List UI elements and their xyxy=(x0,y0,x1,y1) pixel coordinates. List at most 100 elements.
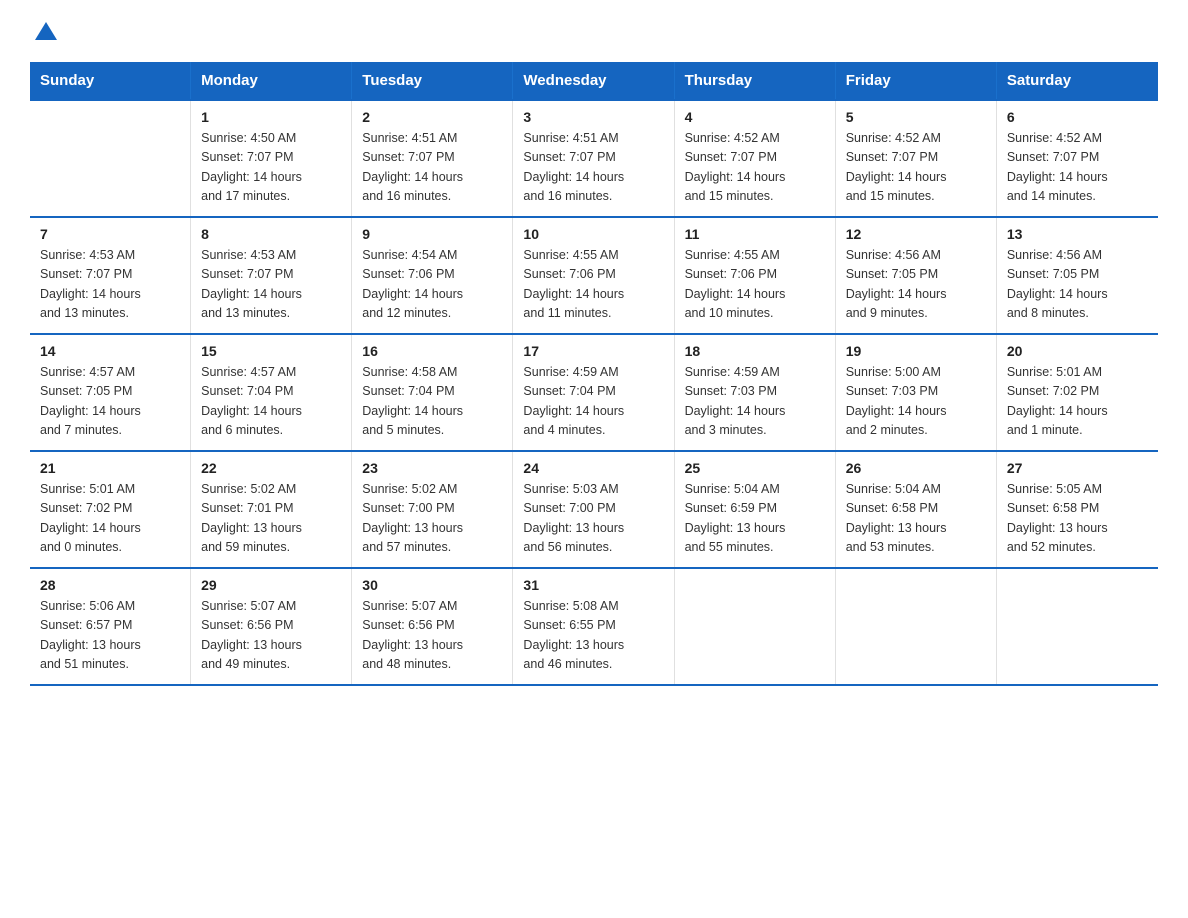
day-info-line: Sunrise: 4:56 AM xyxy=(846,246,986,265)
calendar-cell: 7Sunrise: 4:53 AMSunset: 7:07 PMDaylight… xyxy=(30,218,191,333)
day-info-line: Sunset: 7:04 PM xyxy=(362,382,502,401)
day-number: 11 xyxy=(685,226,825,242)
day-info-line: Daylight: 13 hours xyxy=(40,636,180,655)
day-info-line: Sunrise: 4:52 AM xyxy=(685,129,825,148)
day-number: 3 xyxy=(523,109,663,125)
day-info-line: and 14 minutes. xyxy=(1007,187,1148,206)
day-info-line: and 10 minutes. xyxy=(685,304,825,323)
day-number: 5 xyxy=(846,109,986,125)
day-number: 15 xyxy=(201,343,341,359)
calendar-cell xyxy=(997,569,1158,684)
day-info-line: Sunrise: 4:51 AM xyxy=(523,129,663,148)
day-info-line: Sunset: 7:03 PM xyxy=(846,382,986,401)
day-info-line: and 11 minutes. xyxy=(523,304,663,323)
day-info-line: Sunrise: 5:00 AM xyxy=(846,363,986,382)
day-info-line: and 0 minutes. xyxy=(40,538,180,557)
day-info-line: Daylight: 14 hours xyxy=(523,285,663,304)
day-info-line: Sunset: 7:02 PM xyxy=(1007,382,1148,401)
day-info-line: Sunrise: 5:07 AM xyxy=(201,597,341,616)
calendar-cell: 2Sunrise: 4:51 AMSunset: 7:07 PMDaylight… xyxy=(352,101,513,216)
day-info-line: and 12 minutes. xyxy=(362,304,502,323)
day-number: 19 xyxy=(846,343,986,359)
day-info-line: Sunset: 7:05 PM xyxy=(1007,265,1148,284)
day-info-line: Sunset: 6:58 PM xyxy=(1007,499,1148,518)
day-info-line: Daylight: 13 hours xyxy=(523,519,663,538)
calendar-cell: 18Sunrise: 4:59 AMSunset: 7:03 PMDayligh… xyxy=(675,335,836,450)
day-info-line: Sunset: 7:01 PM xyxy=(201,499,341,518)
day-info-line: Sunset: 7:07 PM xyxy=(201,265,341,284)
day-number: 27 xyxy=(1007,460,1148,476)
day-info-line: and 16 minutes. xyxy=(362,187,502,206)
calendar-cell: 27Sunrise: 5:05 AMSunset: 6:58 PMDayligh… xyxy=(997,452,1158,567)
day-info-line: and 46 minutes. xyxy=(523,655,663,674)
day-info-line: Sunrise: 4:53 AM xyxy=(40,246,180,265)
day-info-line: Daylight: 14 hours xyxy=(846,402,986,421)
day-info-line: Daylight: 14 hours xyxy=(523,402,663,421)
day-info-line: Sunrise: 5:02 AM xyxy=(362,480,502,499)
day-info-line: Sunrise: 5:08 AM xyxy=(523,597,663,616)
day-info-line: Daylight: 14 hours xyxy=(523,168,663,187)
day-info-line: Sunrise: 4:50 AM xyxy=(201,129,341,148)
calendar-cell: 16Sunrise: 4:58 AMSunset: 7:04 PMDayligh… xyxy=(352,335,513,450)
calendar-cell: 28Sunrise: 5:06 AMSunset: 6:57 PMDayligh… xyxy=(30,569,191,684)
day-info-line: Daylight: 14 hours xyxy=(201,402,341,421)
day-info-line: Daylight: 14 hours xyxy=(1007,168,1148,187)
day-number: 6 xyxy=(1007,109,1148,125)
day-info-line: Sunset: 7:07 PM xyxy=(523,148,663,167)
day-info-line: Sunrise: 4:52 AM xyxy=(846,129,986,148)
day-info-line: Sunset: 7:05 PM xyxy=(846,265,986,284)
page-header xyxy=(30,20,1158,42)
calendar-header: SundayMondayTuesdayWednesdayThursdayFrid… xyxy=(30,62,1158,99)
day-info-line: and 13 minutes. xyxy=(40,304,180,323)
day-info-line: Sunrise: 5:06 AM xyxy=(40,597,180,616)
day-number: 4 xyxy=(685,109,825,125)
day-info-line: and 2 minutes. xyxy=(846,421,986,440)
day-number: 16 xyxy=(362,343,502,359)
calendar-cell: 20Sunrise: 5:01 AMSunset: 7:02 PMDayligh… xyxy=(997,335,1158,450)
day-info-line: Daylight: 14 hours xyxy=(1007,402,1148,421)
day-number: 14 xyxy=(40,343,180,359)
day-number: 12 xyxy=(846,226,986,242)
day-number: 9 xyxy=(362,226,502,242)
day-info-line: Sunrise: 5:07 AM xyxy=(362,597,502,616)
header-day-monday: Monday xyxy=(191,62,352,99)
day-info-line: Sunset: 7:04 PM xyxy=(523,382,663,401)
day-info-line: Sunset: 7:06 PM xyxy=(685,265,825,284)
day-info-line: Daylight: 14 hours xyxy=(201,168,341,187)
day-number: 24 xyxy=(523,460,663,476)
calendar-row-3: 21Sunrise: 5:01 AMSunset: 7:02 PMDayligh… xyxy=(30,450,1158,567)
day-info-line: Sunset: 7:03 PM xyxy=(685,382,825,401)
calendar-cell: 11Sunrise: 4:55 AMSunset: 7:06 PMDayligh… xyxy=(675,218,836,333)
day-info-line: Daylight: 13 hours xyxy=(1007,519,1148,538)
day-info-line: Daylight: 13 hours xyxy=(362,519,502,538)
day-number: 17 xyxy=(523,343,663,359)
calendar-cell: 22Sunrise: 5:02 AMSunset: 7:01 PMDayligh… xyxy=(191,452,352,567)
calendar-cell: 14Sunrise: 4:57 AMSunset: 7:05 PMDayligh… xyxy=(30,335,191,450)
day-info-line: and 15 minutes. xyxy=(685,187,825,206)
calendar-cell: 13Sunrise: 4:56 AMSunset: 7:05 PMDayligh… xyxy=(997,218,1158,333)
day-info-line: Sunset: 7:00 PM xyxy=(523,499,663,518)
calendar-cell: 29Sunrise: 5:07 AMSunset: 6:56 PMDayligh… xyxy=(191,569,352,684)
day-info-line: Daylight: 13 hours xyxy=(523,636,663,655)
day-info-line: and 5 minutes. xyxy=(362,421,502,440)
day-number: 10 xyxy=(523,226,663,242)
day-info-line: and 49 minutes. xyxy=(201,655,341,674)
day-info-line: Sunset: 7:06 PM xyxy=(362,265,502,284)
day-info-line: Sunrise: 5:01 AM xyxy=(1007,363,1148,382)
day-info-line: and 51 minutes. xyxy=(40,655,180,674)
day-info-line: Sunset: 7:07 PM xyxy=(40,265,180,284)
calendar-cell: 5Sunrise: 4:52 AMSunset: 7:07 PMDaylight… xyxy=(836,101,997,216)
calendar-cell: 4Sunrise: 4:52 AMSunset: 7:07 PMDaylight… xyxy=(675,101,836,216)
logo xyxy=(30,20,62,42)
day-info-line: Sunset: 6:56 PM xyxy=(201,616,341,635)
day-info-line: and 57 minutes. xyxy=(362,538,502,557)
day-number: 26 xyxy=(846,460,986,476)
day-number: 30 xyxy=(362,577,502,593)
day-info-line: and 1 minute. xyxy=(1007,421,1148,440)
day-info-line: Sunrise: 4:53 AM xyxy=(201,246,341,265)
day-info-line: Daylight: 14 hours xyxy=(846,285,986,304)
day-info-line: Sunset: 7:07 PM xyxy=(685,148,825,167)
day-info-line: Daylight: 14 hours xyxy=(846,168,986,187)
day-info-line: and 16 minutes. xyxy=(523,187,663,206)
day-info-line: Daylight: 14 hours xyxy=(40,402,180,421)
